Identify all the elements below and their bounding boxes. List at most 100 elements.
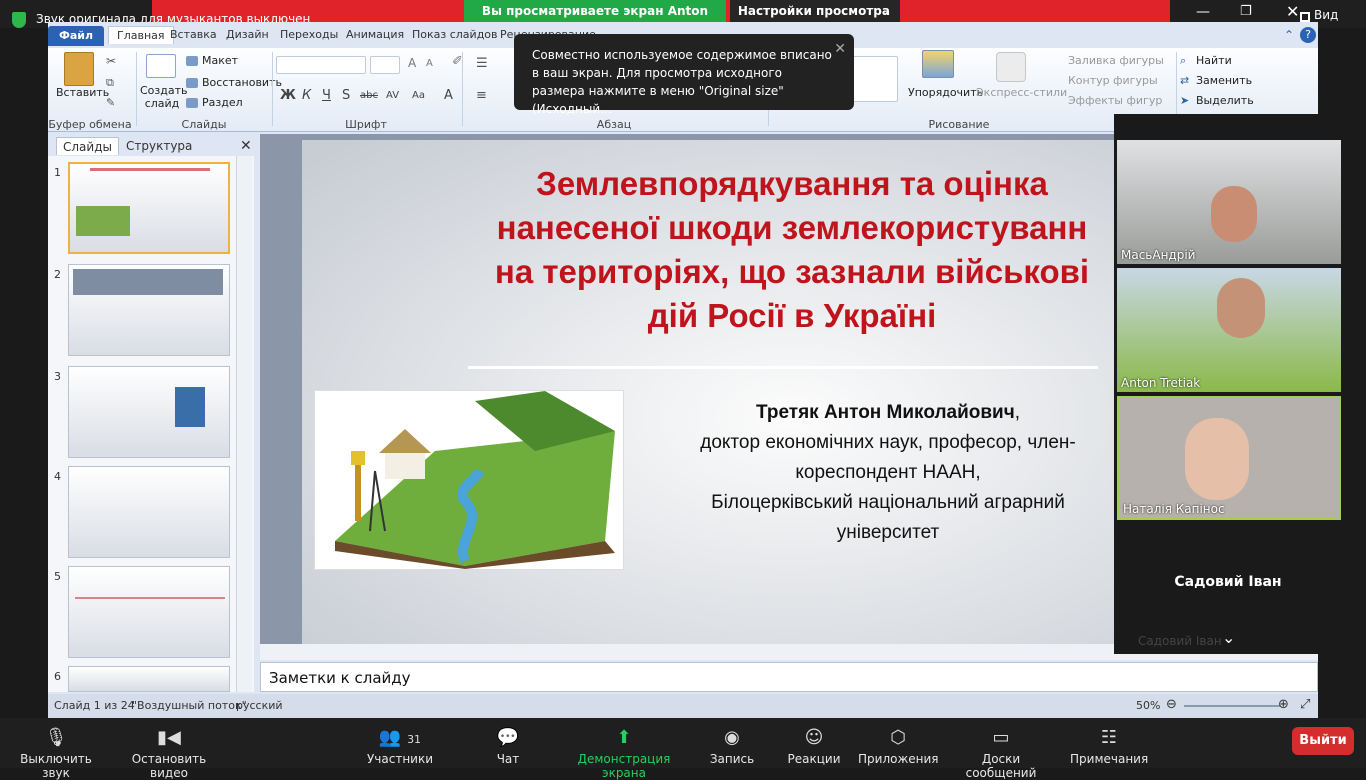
participant-faded: Садовий Іван (1138, 634, 1222, 648)
comma: , (1014, 402, 1021, 423)
tab-animation[interactable]: Анимация (346, 26, 404, 44)
slide-thumbnail-4[interactable] (68, 466, 230, 558)
shape-fill-button[interactable]: Заливка фигуры (1068, 54, 1164, 67)
slide-canvas[interactable]: Землевпорядкування та оцінка нанесеної ш… (302, 140, 1116, 644)
slide-thumbnail-2[interactable] (68, 264, 230, 356)
font-group-label: Шрифт (345, 118, 387, 131)
zoom-in-icon[interactable]: ⊕ (1278, 697, 1289, 712)
layout-button[interactable]: Макет (202, 54, 238, 67)
apps-icon: ⬡ (890, 727, 906, 748)
whiteboards-button[interactable]: ▭ Доски сообщений (948, 722, 1054, 780)
participants-icon: 👥 31 (378, 727, 422, 748)
new-slide-button[interactable]: Создать слайд (140, 84, 188, 110)
align-left-icon[interactable]: ≡ (476, 88, 487, 103)
video-tile-2[interactable]: Anton Tretiak (1117, 268, 1341, 392)
video-gallery: МасьАндрій Anton Tretiak Наталія Капінос… (1114, 114, 1342, 654)
find-button[interactable]: Найти (1196, 54, 1232, 67)
view-settings-label: Настройки просмотра (737, 4, 890, 18)
quick-styles-button[interactable]: Экспресс-стили (976, 86, 1067, 99)
notes-button[interactable]: ☷ Примечания (1070, 722, 1149, 767)
zoom-toolbar: 🎙 Выключить звук ▮◀ Остановить видео 👥 31 У… (0, 718, 1366, 780)
restore-icon[interactable]: ❐ (1240, 4, 1252, 19)
spacing-icon[interactable]: AV (386, 90, 399, 101)
slide-thumbnail-1[interactable] (68, 162, 230, 254)
video-tile-3[interactable]: Наталія Капінос (1117, 396, 1341, 520)
copy-icon[interactable]: ⧉ (106, 76, 114, 90)
font-name-select[interactable] (276, 56, 366, 74)
underline-icon[interactable]: Ч (322, 88, 331, 103)
stop-video-button[interactable]: ▮◀ Остановить видео (116, 722, 222, 780)
close-icon[interactable]: ✕ (834, 40, 846, 58)
tab-design[interactable]: Дизайн (226, 26, 269, 44)
close-icon[interactable]: ✕ (1286, 2, 1299, 21)
bold-icon[interactable]: Ж (280, 88, 296, 103)
participant-face (1211, 186, 1257, 242)
thumb-title-shape (90, 168, 210, 198)
notes-label: Примечания (1070, 752, 1149, 766)
select-button[interactable]: Выделить (1196, 94, 1254, 107)
share-screen-icon: ⬆ (616, 727, 632, 748)
slides-scrollbar[interactable] (236, 156, 252, 692)
help-icon[interactable]: ? (1300, 27, 1316, 43)
shrink-font-icon[interactable]: A (426, 58, 433, 69)
shape-effects-button[interactable]: Эффекты фигур (1068, 94, 1162, 107)
reactions-button[interactable]: ☺ Реакции (786, 722, 842, 767)
font-size-select[interactable] (370, 56, 400, 74)
minimize-icon[interactable]: — (1196, 4, 1210, 20)
mute-button[interactable]: 🎙 Выключить звук (10, 722, 102, 780)
paragraph-group-label: Абзац (596, 118, 632, 131)
slide-number: 6 (54, 670, 61, 683)
notes-field[interactable]: Заметки к слайду (260, 662, 1318, 692)
italic-icon[interactable]: К (302, 88, 311, 103)
chevron-up-icon[interactable]: ⌃ (1284, 28, 1294, 42)
fit-slide-icon[interactable]: ⤢ (1300, 697, 1310, 712)
zoom-slider[interactable] (1184, 705, 1280, 707)
author-name: Третяк Антон Миколайович, (668, 398, 1108, 428)
tab-slideshow[interactable]: Показ слайдов (412, 26, 498, 44)
leave-button[interactable]: Выйти (1292, 727, 1354, 755)
font-color-icon[interactable]: A (444, 88, 453, 103)
apps-button[interactable]: ⬡ Приложения (858, 722, 939, 767)
case-icon[interactable]: Aa (412, 90, 425, 101)
format-painter-icon[interactable]: ✎ (106, 96, 115, 109)
view-settings-button[interactable]: Настройки просмотра ⌄ (730, 0, 900, 22)
divider (272, 52, 273, 126)
reset-button[interactable]: Восстановить (202, 76, 282, 89)
replace-button[interactable]: Заменить (1196, 74, 1252, 87)
strikethrough-icon[interactable]: abc (360, 90, 378, 101)
tab-home[interactable]: Главная (108, 26, 174, 44)
shadow-icon[interactable]: S (342, 88, 350, 103)
participant-name: МасьАндрій (1121, 248, 1196, 262)
section-button[interactable]: Раздел (202, 96, 243, 109)
participant-face (1185, 418, 1249, 500)
participant-name-only: Садовий Іван (1174, 574, 1282, 590)
record-icon: ◉ (724, 727, 740, 748)
participants-button[interactable]: 👥 31 Участники (366, 722, 434, 767)
slide-thumbnail-3[interactable] (68, 366, 230, 458)
chevron-down-icon[interactable]: ⌄ (1222, 628, 1235, 647)
author-name-text: Третяк Антон Миколайович (755, 402, 1015, 423)
share-screen-button[interactable]: ⬆ Демонстрация экрана (560, 722, 688, 780)
record-button[interactable]: ◉ Запись (706, 722, 758, 767)
cut-icon[interactable]: ✂ (106, 54, 116, 68)
video-tile-1[interactable]: МасьАндрій (1117, 140, 1341, 264)
slide-thumbnail-6[interactable] (68, 666, 230, 692)
zoom-out-icon[interactable]: ⊖ (1166, 697, 1177, 712)
close-pane-icon[interactable]: ✕ (234, 137, 258, 155)
paste-button[interactable]: Вставить (56, 86, 109, 99)
tooltip: Совместно используемое содержимое вписан… (514, 34, 854, 116)
tab-transitions[interactable]: Переходы (280, 26, 338, 44)
tab-slides[interactable]: Слайды (56, 137, 119, 155)
tab-insert[interactable]: Вставка (170, 26, 217, 44)
chat-button[interactable]: 💬 Чат (490, 722, 526, 767)
grow-font-icon[interactable]: A (408, 56, 416, 70)
tab-file[interactable]: Файл (48, 26, 104, 46)
video-label: Остановить видео (131, 752, 207, 780)
slide-thumbnail-5[interactable] (68, 566, 230, 658)
author-affiliation: Білоцерківський національний аграрний ун… (711, 492, 1065, 543)
bullets-icon[interactable]: ☰ (476, 56, 488, 71)
shape-outline-button[interactable]: Контур фигуры (1068, 74, 1158, 87)
view-button[interactable]: Вид (1314, 8, 1338, 22)
arrange-button[interactable]: Упорядочить (908, 86, 983, 99)
tab-outline[interactable]: Структура (120, 137, 198, 155)
